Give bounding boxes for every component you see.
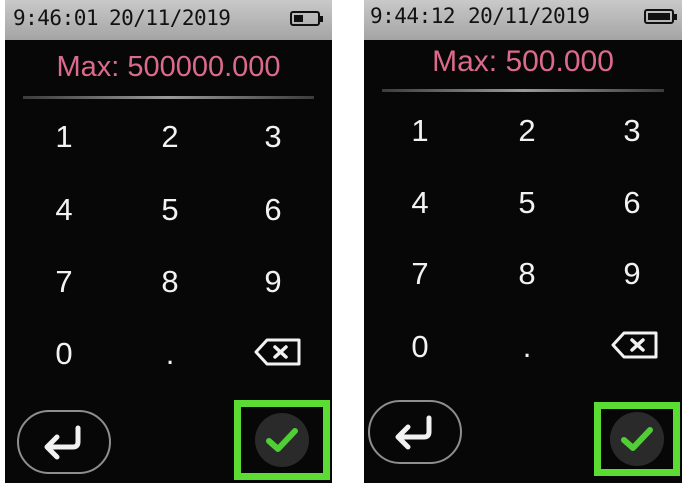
key-7[interactable]: 7 (29, 256, 99, 308)
backspace-icon (611, 331, 658, 359)
key-7[interactable]: 7 (385, 248, 455, 300)
key-4[interactable]: 4 (29, 184, 99, 236)
key-0[interactable]: 0 (29, 328, 99, 380)
device-screen-right: 9:44:12 20/11/2019 Max: 500.000 1 2 3 4 … (364, 0, 682, 483)
key-5[interactable]: 5 (492, 177, 562, 229)
key-3[interactable]: 3 (238, 111, 308, 163)
backspace-icon (254, 338, 301, 366)
key-6[interactable]: 6 (238, 184, 308, 236)
key-3[interactable]: 3 (597, 105, 667, 157)
key-2[interactable]: 2 (135, 111, 205, 163)
confirm-button[interactable] (248, 413, 316, 467)
key-8[interactable]: 8 (492, 248, 562, 300)
enter-button[interactable] (368, 400, 462, 464)
confirm-button[interactable] (608, 412, 666, 466)
key-9[interactable]: 9 (238, 256, 308, 308)
status-bar: 9:44:12 20/11/2019 (364, 0, 682, 40)
status-date: 20/11/2019 (109, 6, 231, 30)
key-decimal[interactable]: . (135, 328, 205, 380)
key-0[interactable]: 0 (385, 321, 455, 373)
confirm-highlight (234, 400, 330, 480)
confirm-button-background (610, 412, 664, 466)
status-date: 20/11/2019 (468, 4, 590, 28)
key-2[interactable]: 2 (492, 105, 562, 157)
key-4[interactable]: 4 (385, 177, 455, 229)
status-bar: 9:46:01 20/11/2019 (5, 0, 332, 40)
key-decimal[interactable]: . (492, 321, 562, 373)
key-5[interactable]: 5 (135, 184, 205, 236)
value-input-display[interactable]: Max: 500.000 (364, 36, 682, 88)
device-screen-left: 9:46:01 20/11/2019 Max: 500000.000 1 2 3… (5, 0, 332, 483)
battery-icon (290, 11, 323, 26)
input-divider (382, 89, 664, 92)
status-time: 9:44:12 (370, 4, 456, 28)
confirm-button-background (255, 413, 309, 467)
key-8[interactable]: 8 (135, 256, 205, 308)
checkmark-icon (621, 427, 653, 451)
status-time: 9:46:01 (13, 6, 99, 30)
key-1[interactable]: 1 (29, 111, 99, 163)
backspace-key[interactable] (243, 326, 313, 378)
confirm-highlight (594, 402, 680, 476)
enter-return-icon (395, 415, 432, 450)
key-9[interactable]: 9 (597, 248, 667, 300)
checkmark-icon (266, 428, 298, 452)
key-6[interactable]: 6 (597, 177, 667, 229)
battery-icon (644, 9, 677, 24)
input-divider (23, 96, 314, 99)
value-input-display[interactable]: Max: 500000.000 (5, 40, 332, 94)
enter-return-icon (44, 425, 81, 460)
backspace-key[interactable] (600, 319, 670, 371)
enter-button[interactable] (17, 410, 111, 474)
key-1[interactable]: 1 (385, 105, 455, 157)
